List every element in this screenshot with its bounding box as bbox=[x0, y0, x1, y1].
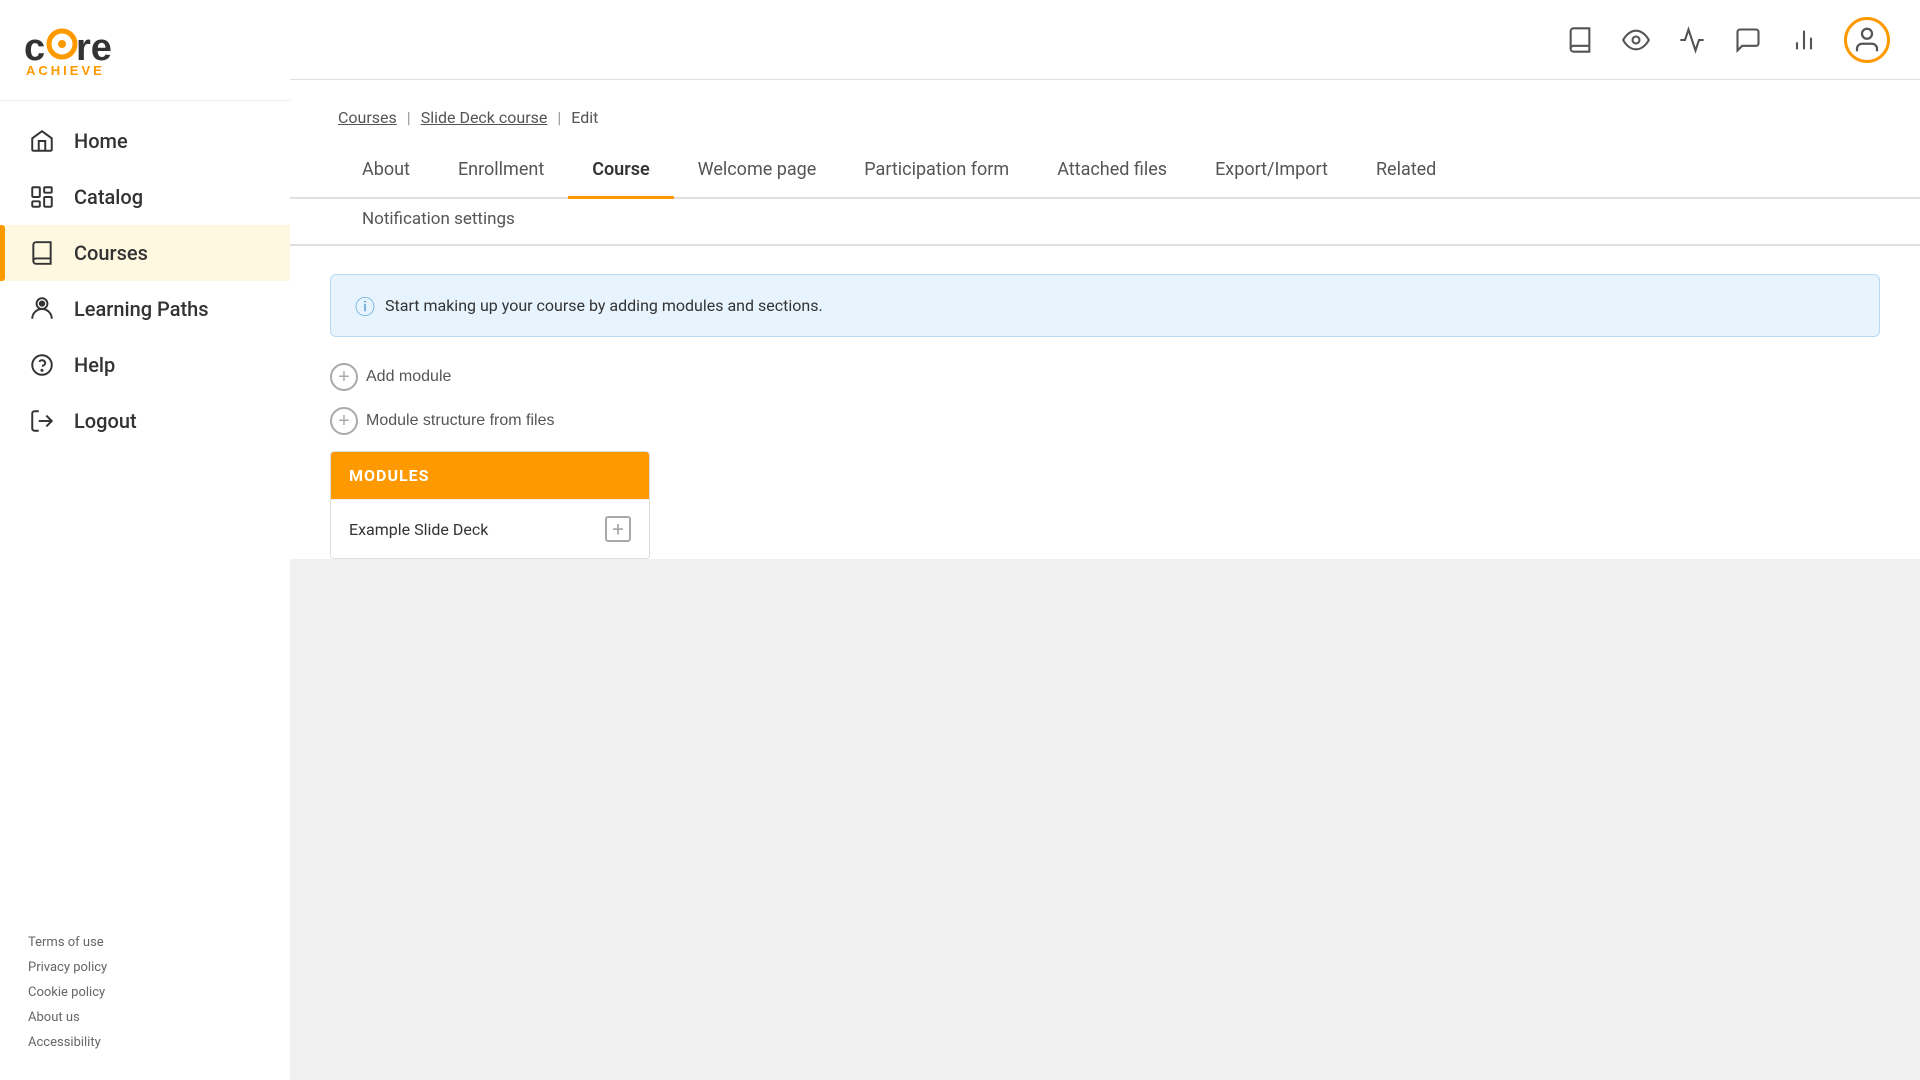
sidebar-item-logout[interactable]: Logout bbox=[0, 393, 290, 449]
svg-text:ACHIEVE: ACHIEVE bbox=[26, 63, 105, 78]
bar-chart-icon[interactable] bbox=[1788, 24, 1820, 56]
home-icon bbox=[28, 127, 56, 155]
breadcrumb-courses[interactable]: Courses bbox=[338, 108, 397, 127]
module-item-label: Example Slide Deck bbox=[349, 520, 488, 539]
module-structure-button[interactable]: + Module structure from files bbox=[330, 399, 555, 443]
tab-export-import[interactable]: Export/Import bbox=[1191, 147, 1352, 199]
tab-notification-settings[interactable]: Notification settings bbox=[338, 199, 539, 246]
logo: c re ACHIEVE bbox=[24, 18, 184, 78]
add-module-button[interactable]: + Add module bbox=[330, 355, 451, 399]
content-card: Courses | Slide Deck course | Edit About… bbox=[290, 80, 1920, 559]
eye-icon[interactable] bbox=[1620, 24, 1652, 56]
sidebar-item-label-courses: Courses bbox=[74, 241, 148, 265]
tabs-row2: Notification settings bbox=[290, 199, 1920, 246]
help-icon bbox=[28, 351, 56, 379]
user-avatar[interactable] bbox=[1844, 17, 1890, 63]
sidebar-item-label-logout: Logout bbox=[74, 409, 137, 433]
chart-line-icon[interactable] bbox=[1676, 24, 1708, 56]
sidebar-item-courses[interactable]: Courses bbox=[0, 225, 290, 281]
module-area: + Add module + Module structure from fil… bbox=[330, 355, 1880, 559]
tab-related[interactable]: Related bbox=[1352, 147, 1460, 199]
sidebar: c re ACHIEVE Home bbox=[0, 0, 290, 1080]
tab-attached-files[interactable]: Attached files bbox=[1033, 147, 1191, 199]
sidebar-item-label-home: Home bbox=[74, 129, 128, 153]
sidebar-item-help[interactable]: Help bbox=[0, 337, 290, 393]
module-item-add-button[interactable]: + bbox=[605, 516, 631, 542]
sidebar-item-label-catalog: Catalog bbox=[74, 185, 143, 209]
sidebar-item-learning-paths[interactable]: Learning Paths bbox=[0, 281, 290, 337]
topbar bbox=[290, 0, 1920, 80]
tab-course[interactable]: Course bbox=[568, 147, 673, 199]
module-card: MODULES Example Slide Deck + bbox=[330, 451, 650, 559]
module-structure-label: Module structure from files bbox=[366, 412, 555, 430]
cookie-policy-link[interactable]: Cookie policy bbox=[28, 985, 262, 1000]
add-module-label: Add module bbox=[366, 368, 451, 386]
tab-about[interactable]: About bbox=[338, 147, 434, 199]
privacy-policy-link[interactable]: Privacy policy bbox=[28, 960, 262, 975]
sidebar-item-label-learning-paths: Learning Paths bbox=[74, 297, 209, 321]
breadcrumb-sep1: | bbox=[407, 108, 411, 127]
topbar-icons bbox=[1564, 17, 1890, 63]
footer-links: Terms of use Privacy policy Cookie polic… bbox=[0, 915, 290, 1080]
tab-welcome-page[interactable]: Welcome page bbox=[674, 147, 841, 199]
nav-list: Home Catalog Courses bbox=[0, 101, 290, 915]
logo-area: c re ACHIEVE bbox=[0, 0, 290, 101]
info-banner: ⓘ Start making up your course by adding … bbox=[330, 274, 1880, 337]
sidebar-item-catalog[interactable]: Catalog bbox=[0, 169, 290, 225]
main-content: Courses | Slide Deck course | Edit About… bbox=[290, 0, 1920, 1080]
sidebar-item-home[interactable]: Home bbox=[0, 113, 290, 169]
tabs-row1: About Enrollment Course Welcome page Par… bbox=[290, 127, 1920, 199]
comment-icon[interactable] bbox=[1732, 24, 1764, 56]
page-content: Courses | Slide Deck course | Edit About… bbox=[290, 80, 1920, 1080]
add-module-icon: + bbox=[330, 363, 358, 391]
module-header: MODULES bbox=[331, 452, 649, 499]
breadcrumb: Courses | Slide Deck course | Edit bbox=[290, 80, 1920, 127]
tab-participation-form[interactable]: Participation form bbox=[840, 147, 1033, 199]
breadcrumb-current: Edit bbox=[571, 108, 598, 127]
learning-paths-icon bbox=[28, 295, 56, 323]
accessibility-link[interactable]: Accessibility bbox=[28, 1035, 262, 1050]
tab-enrollment[interactable]: Enrollment bbox=[434, 147, 568, 199]
banner-message: Start making up your course by adding mo… bbox=[385, 296, 823, 315]
breadcrumb-sep2: | bbox=[557, 108, 561, 127]
info-icon: ⓘ bbox=[355, 291, 375, 320]
module-structure-icon: + bbox=[330, 407, 358, 435]
catalog-icon bbox=[28, 183, 56, 211]
module-item: Example Slide Deck + bbox=[331, 499, 649, 558]
about-us-link[interactable]: About us bbox=[28, 1010, 262, 1025]
logout-icon bbox=[28, 407, 56, 435]
book-icon[interactable] bbox=[1564, 24, 1596, 56]
breadcrumb-slide-deck[interactable]: Slide Deck course bbox=[421, 108, 548, 127]
courses-icon bbox=[28, 239, 56, 267]
terms-of-use-link[interactable]: Terms of use bbox=[28, 935, 262, 950]
sidebar-item-label-help: Help bbox=[74, 353, 115, 377]
